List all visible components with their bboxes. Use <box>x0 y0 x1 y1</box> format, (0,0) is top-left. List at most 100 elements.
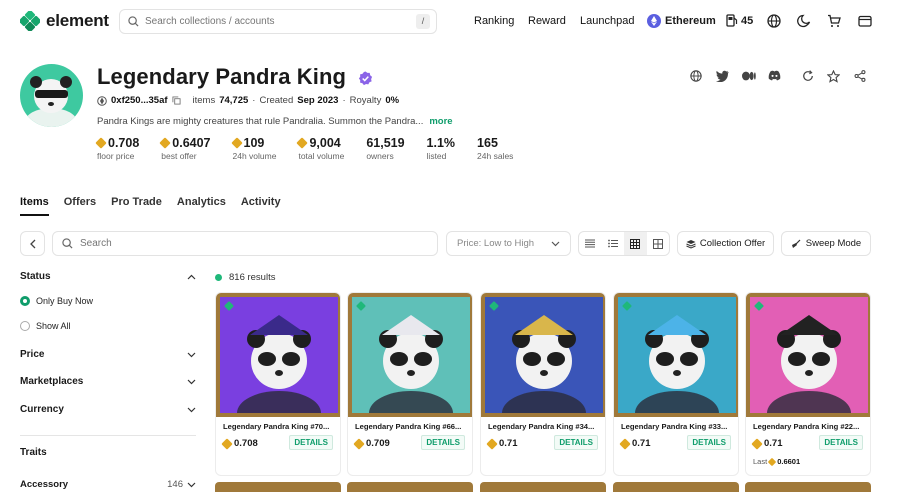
next-row-card <box>613 482 739 492</box>
stat-24h-volume: 109 24h volume <box>230 136 276 161</box>
price-value: 0.71 <box>764 438 783 449</box>
nft-name[interactable]: Legendary Pandra King #34... <box>488 422 600 431</box>
grid-large-icon <box>652 238 663 249</box>
tab-offers[interactable]: Offers <box>64 196 96 216</box>
discord-link[interactable] <box>768 70 781 81</box>
next-row-card <box>745 482 871 492</box>
chain-name: Ethereum <box>665 15 716 27</box>
nft-image[interactable] <box>216 293 340 435</box>
radio-show-all[interactable]: Show All <box>20 321 71 331</box>
radio-only-buy-now[interactable]: Only Buy Now <box>20 296 93 306</box>
sweep-mode-button[interactable]: Sweep Mode <box>781 231 871 256</box>
refresh-button[interactable] <box>802 70 814 82</box>
favorite-button[interactable] <box>827 70 840 83</box>
royalty-value: 0% <box>385 95 400 106</box>
search-input[interactable] <box>145 16 405 27</box>
stat-value: 1.1% <box>426 136 456 150</box>
nft-card[interactable]: Legendary Pandra King #33... 0.71 DETAIL… <box>613 292 739 476</box>
nft-name[interactable]: Legendary Pandra King #22... <box>753 422 865 431</box>
nft-name[interactable]: Legendary Pandra King #70... <box>223 422 335 431</box>
chevron-down-icon <box>187 482 196 487</box>
next-row-card <box>215 482 341 492</box>
nft-image[interactable] <box>614 293 738 435</box>
tab-items[interactable]: Items <box>20 196 49 216</box>
ethereum-icon <box>647 14 661 28</box>
details-button[interactable]: DETAILS <box>687 435 731 450</box>
collection-title: Legendary Pandra King <box>97 64 373 90</box>
cart-button[interactable] <box>827 14 841 28</box>
live-dot-icon <box>215 274 222 281</box>
nft-name[interactable]: Legendary Pandra King #66... <box>355 422 467 431</box>
radio-checked <box>20 296 30 306</box>
nft-name[interactable]: Legendary Pandra King #33... <box>621 422 733 431</box>
grid-small-icon <box>630 238 641 249</box>
collection-tabs: Items Offers Pro Trade Analytics Activit… <box>20 196 281 216</box>
chevron-left-icon <box>29 239 35 248</box>
sort-select[interactable]: Price: Low to High <box>446 231 571 256</box>
twitter-link[interactable] <box>716 70 729 82</box>
chain-selector[interactable]: Ethereum <box>647 14 716 28</box>
collection-offer-button[interactable]: Collection Offer <box>677 231 774 256</box>
tab-pro-trade[interactable]: Pro Trade <box>111 196 162 216</box>
filter-currency[interactable]: Currency <box>20 404 196 415</box>
stat-24h-sales: 165 24h sales <box>477 136 513 161</box>
gas-indicator[interactable]: 45 <box>726 14 753 27</box>
website-link[interactable] <box>690 70 702 82</box>
wallet-icon <box>858 15 872 27</box>
element-badge-icon <box>489 301 499 311</box>
collection-offer-label: Collection Offer <box>699 238 766 249</box>
contract-address[interactable]: 0xf250...35af <box>111 95 168 106</box>
nft-card[interactable]: Legendary Pandra King #70... 0.708 DETAI… <box>215 292 341 476</box>
twitter-icon <box>716 70 729 82</box>
details-button[interactable]: DETAILS <box>421 435 465 450</box>
nft-card[interactable]: Legendary Pandra King #66... 0.709 DETAI… <box>347 292 473 476</box>
nav-ranking[interactable]: Ranking <box>474 15 514 27</box>
details-button[interactable]: DETAILS <box>289 435 333 450</box>
items-search-input[interactable] <box>80 238 420 249</box>
nav-launchpad[interactable]: Launchpad <box>580 15 634 27</box>
nft-image[interactable] <box>746 293 870 435</box>
view-grid-large[interactable] <box>647 232 670 255</box>
filter-traits: Traits <box>20 447 196 458</box>
view-list[interactable] <box>602 232 625 255</box>
details-button[interactable]: DETAILS <box>554 435 598 450</box>
brand-logo[interactable]: element <box>20 11 109 31</box>
nft-card[interactable]: Legendary Pandra King #34... 0.71 DETAIL… <box>480 292 606 476</box>
token-icon <box>95 137 107 149</box>
gas-pump-icon <box>726 14 738 27</box>
filter-price-label: Price <box>20 349 45 360</box>
nav-reward[interactable]: Reward <box>528 15 566 27</box>
share-button[interactable] <box>854 70 866 82</box>
contract-icon <box>97 95 107 106</box>
view-list-compact[interactable] <box>579 232 602 255</box>
global-search[interactable]: / <box>119 9 437 34</box>
nft-image[interactable] <box>481 293 605 435</box>
wallet-button[interactable] <box>858 14 872 28</box>
nft-card[interactable]: Legendary Pandra King #22... 0.71 DETAIL… <box>745 292 871 476</box>
trait-accessory[interactable]: Accessory 146 <box>20 479 196 490</box>
tab-activity[interactable]: Activity <box>241 196 281 216</box>
medium-link[interactable] <box>742 70 756 82</box>
collection-name: Legendary Pandra King <box>97 64 347 89</box>
filter-traits-label: Traits <box>20 447 47 458</box>
nft-image[interactable] <box>348 293 472 435</box>
last-price: 0.6601 <box>777 457 801 466</box>
stat-value: 0.708 <box>108 136 140 150</box>
tab-analytics[interactable]: Analytics <box>177 196 226 216</box>
items-search[interactable] <box>52 231 438 256</box>
filter-status[interactable]: Status <box>20 271 196 282</box>
stat-best-offer: 0.6407 best offer <box>159 136 211 161</box>
filter-marketplaces[interactable]: Marketplaces <box>20 376 196 387</box>
view-grid-small[interactable] <box>624 232 647 255</box>
next-row-card <box>480 482 606 492</box>
collapse-filters-button[interactable] <box>20 231 45 256</box>
copy-icon[interactable] <box>171 96 181 105</box>
radio-label: Only Buy Now <box>36 296 94 306</box>
theme-toggle[interactable] <box>797 14 811 28</box>
more-link[interactable]: more <box>429 116 452 127</box>
filter-price[interactable]: Price <box>20 349 196 360</box>
collection-description: Pandra Kings are mighty creatures that r… <box>97 116 453 127</box>
language-button[interactable] <box>767 14 781 28</box>
details-button[interactable]: DETAILS <box>819 435 863 450</box>
results-count: 816 results <box>215 272 275 283</box>
